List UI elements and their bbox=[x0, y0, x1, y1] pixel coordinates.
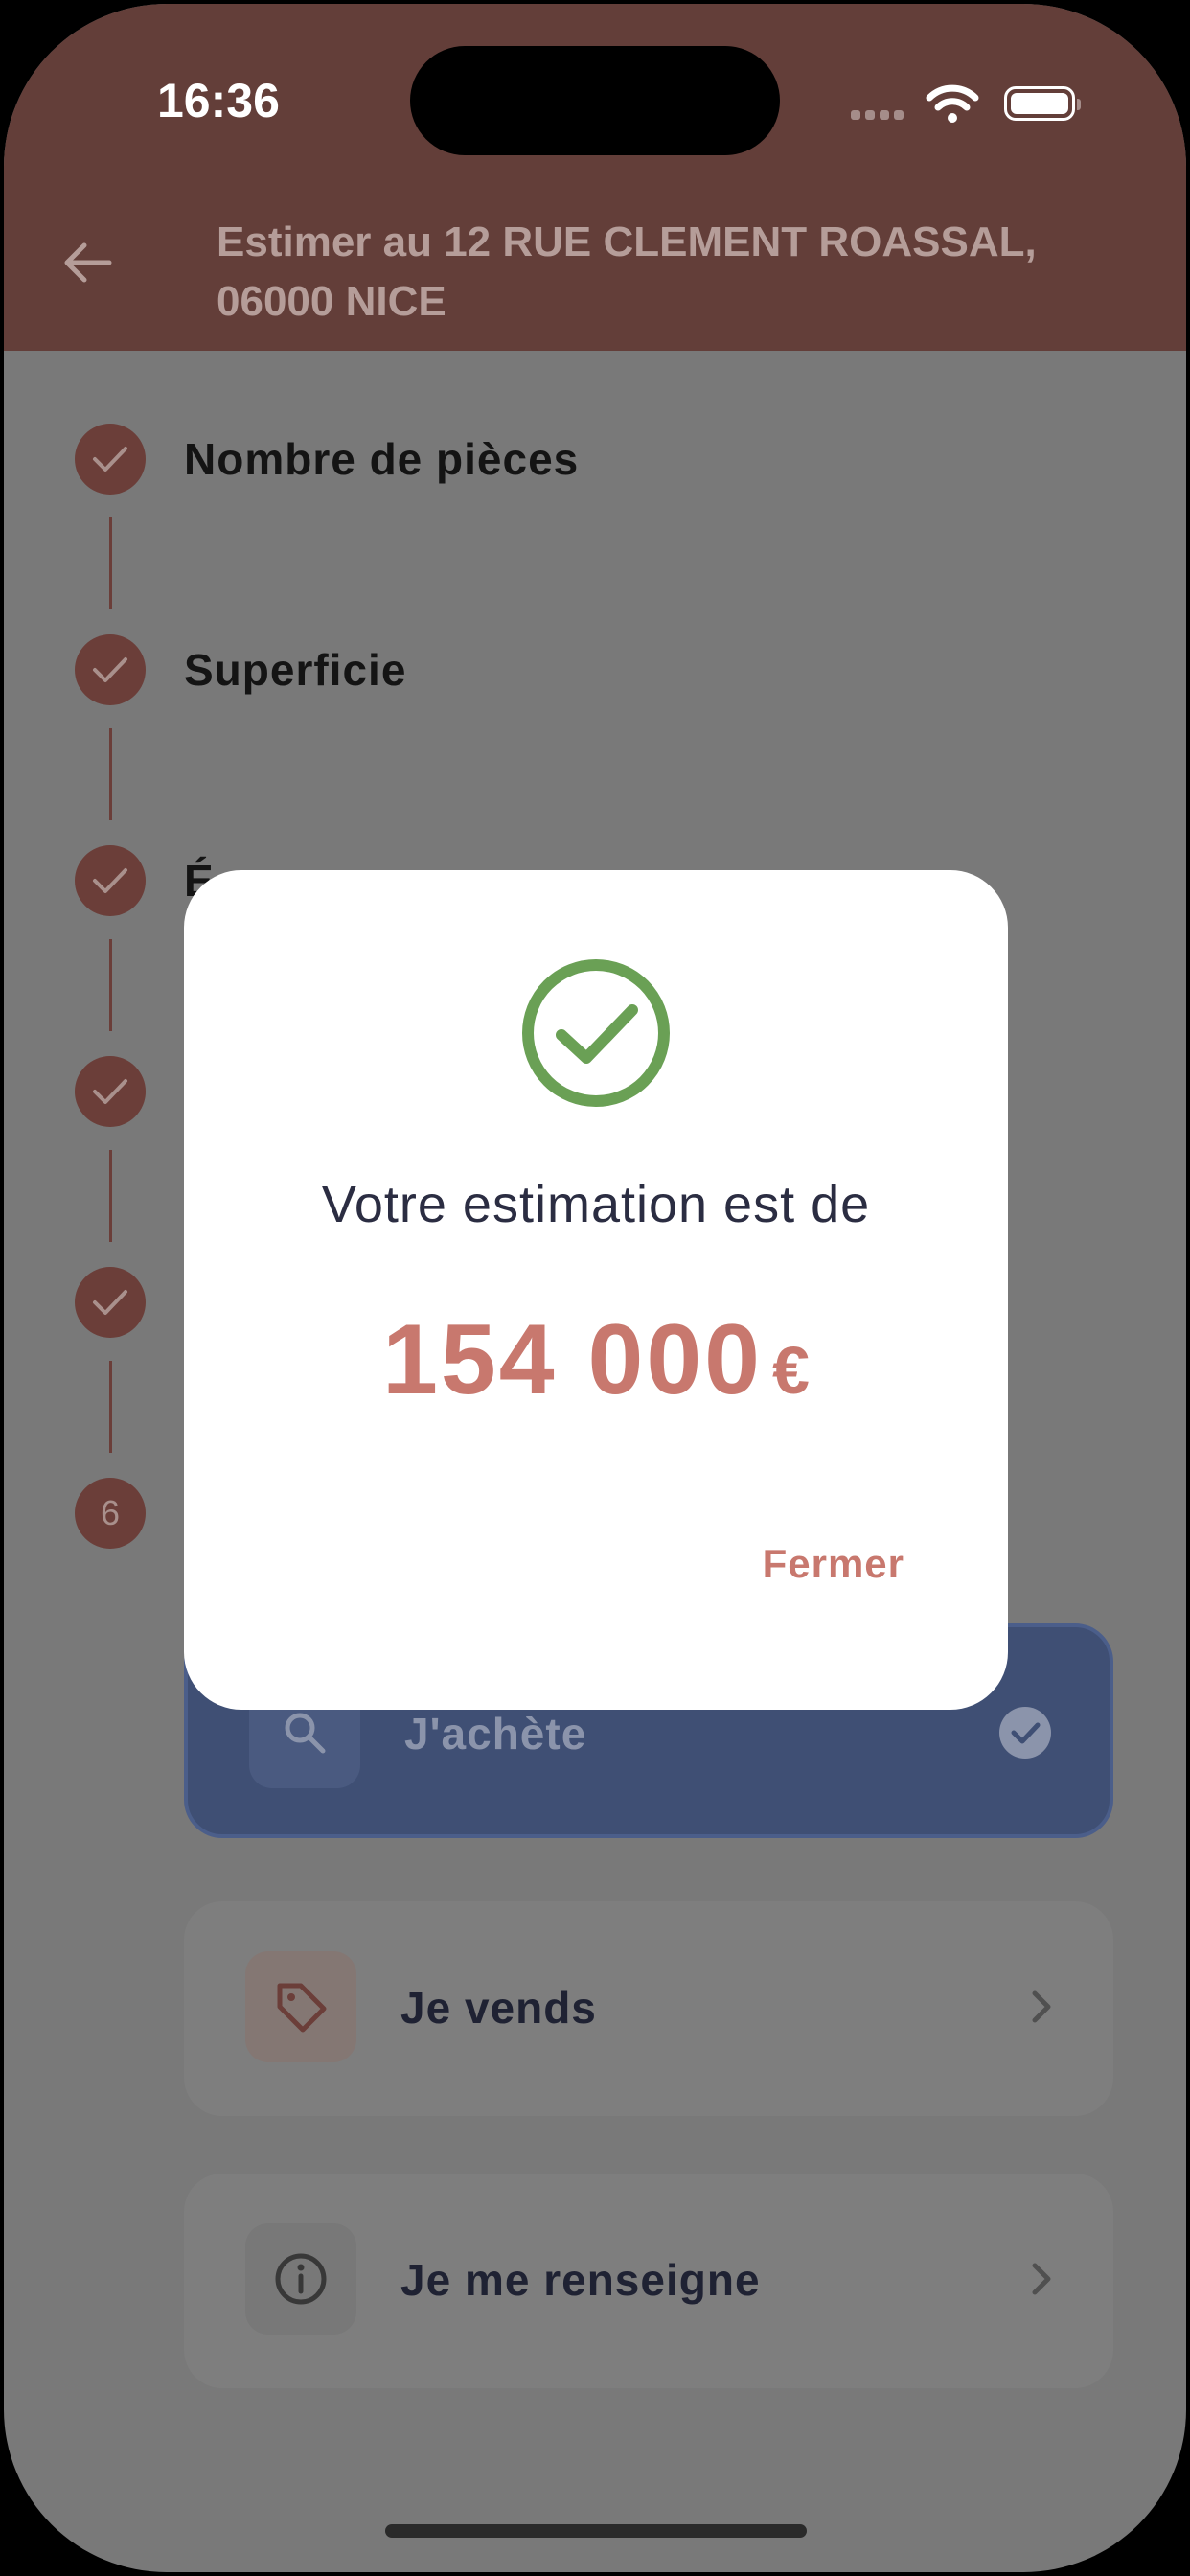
option-sell-label: Je vends bbox=[400, 1983, 597, 2033]
estimation-amount: 154 000 € bbox=[184, 1303, 1008, 1417]
phone-screen: 16:36 Estimer au 12 RUE CLEMENT ROASSAL,… bbox=[4, 4, 1186, 2572]
step-connector bbox=[109, 939, 112, 1031]
option-sell[interactable]: Je vends bbox=[184, 1901, 1113, 2116]
cellular-signal-icon bbox=[851, 107, 908, 125]
battery-icon bbox=[1004, 86, 1081, 121]
option-info-label: Je me renseigne bbox=[400, 2255, 761, 2305]
page-title: Estimer au 12 RUE CLEMENT ROASSAL, 06000… bbox=[217, 218, 1037, 325]
step-connector bbox=[109, 518, 112, 610]
status-time: 16:36 bbox=[157, 74, 280, 127]
step-connector bbox=[109, 1361, 112, 1453]
amount-value: 154 000 bbox=[382, 1304, 763, 1415]
step-connector bbox=[109, 1150, 112, 1242]
option-info[interactable]: Je me renseigne bbox=[184, 2174, 1113, 2388]
selected-check-icon bbox=[999, 1707, 1051, 1759]
step-6-number: 6 bbox=[100, 1493, 121, 1532]
step-4-check-icon bbox=[75, 1056, 146, 1127]
step-3-check-icon bbox=[75, 845, 146, 916]
app-header: 16:36 Estimer au 12 RUE CLEMENT ROASSAL,… bbox=[4, 4, 1186, 351]
home-indicator bbox=[385, 2524, 807, 2538]
step-connector bbox=[109, 728, 112, 820]
back-arrow-icon[interactable] bbox=[61, 242, 113, 284]
step-1-check-icon bbox=[75, 424, 146, 494]
amount-currency: € bbox=[772, 1333, 810, 1408]
chevron-right-icon bbox=[1032, 1990, 1051, 2023]
success-check-icon bbox=[522, 959, 670, 1107]
tag-icon bbox=[245, 1951, 356, 2062]
step-6-indicator: 6 bbox=[75, 1478, 146, 1549]
dialog-message: Votre estimation est de bbox=[321, 1176, 871, 1233]
estimation-dialog: Votre estimation est de 154 000 € Fermer bbox=[184, 870, 1008, 1710]
step-2-check-icon bbox=[75, 634, 146, 705]
dynamic-island bbox=[410, 46, 780, 155]
wifi-icon bbox=[926, 84, 979, 123]
step-1-label: Nombre de pièces bbox=[184, 434, 580, 484]
close-button[interactable]: Fermer bbox=[763, 1541, 904, 1587]
info-icon bbox=[245, 2223, 356, 2334]
option-buy-label: J'achète bbox=[404, 1709, 587, 1759]
step-5-check-icon bbox=[75, 1267, 146, 1338]
step-2-label: Superficie bbox=[184, 645, 407, 695]
chevron-right-icon bbox=[1032, 2263, 1051, 2295]
